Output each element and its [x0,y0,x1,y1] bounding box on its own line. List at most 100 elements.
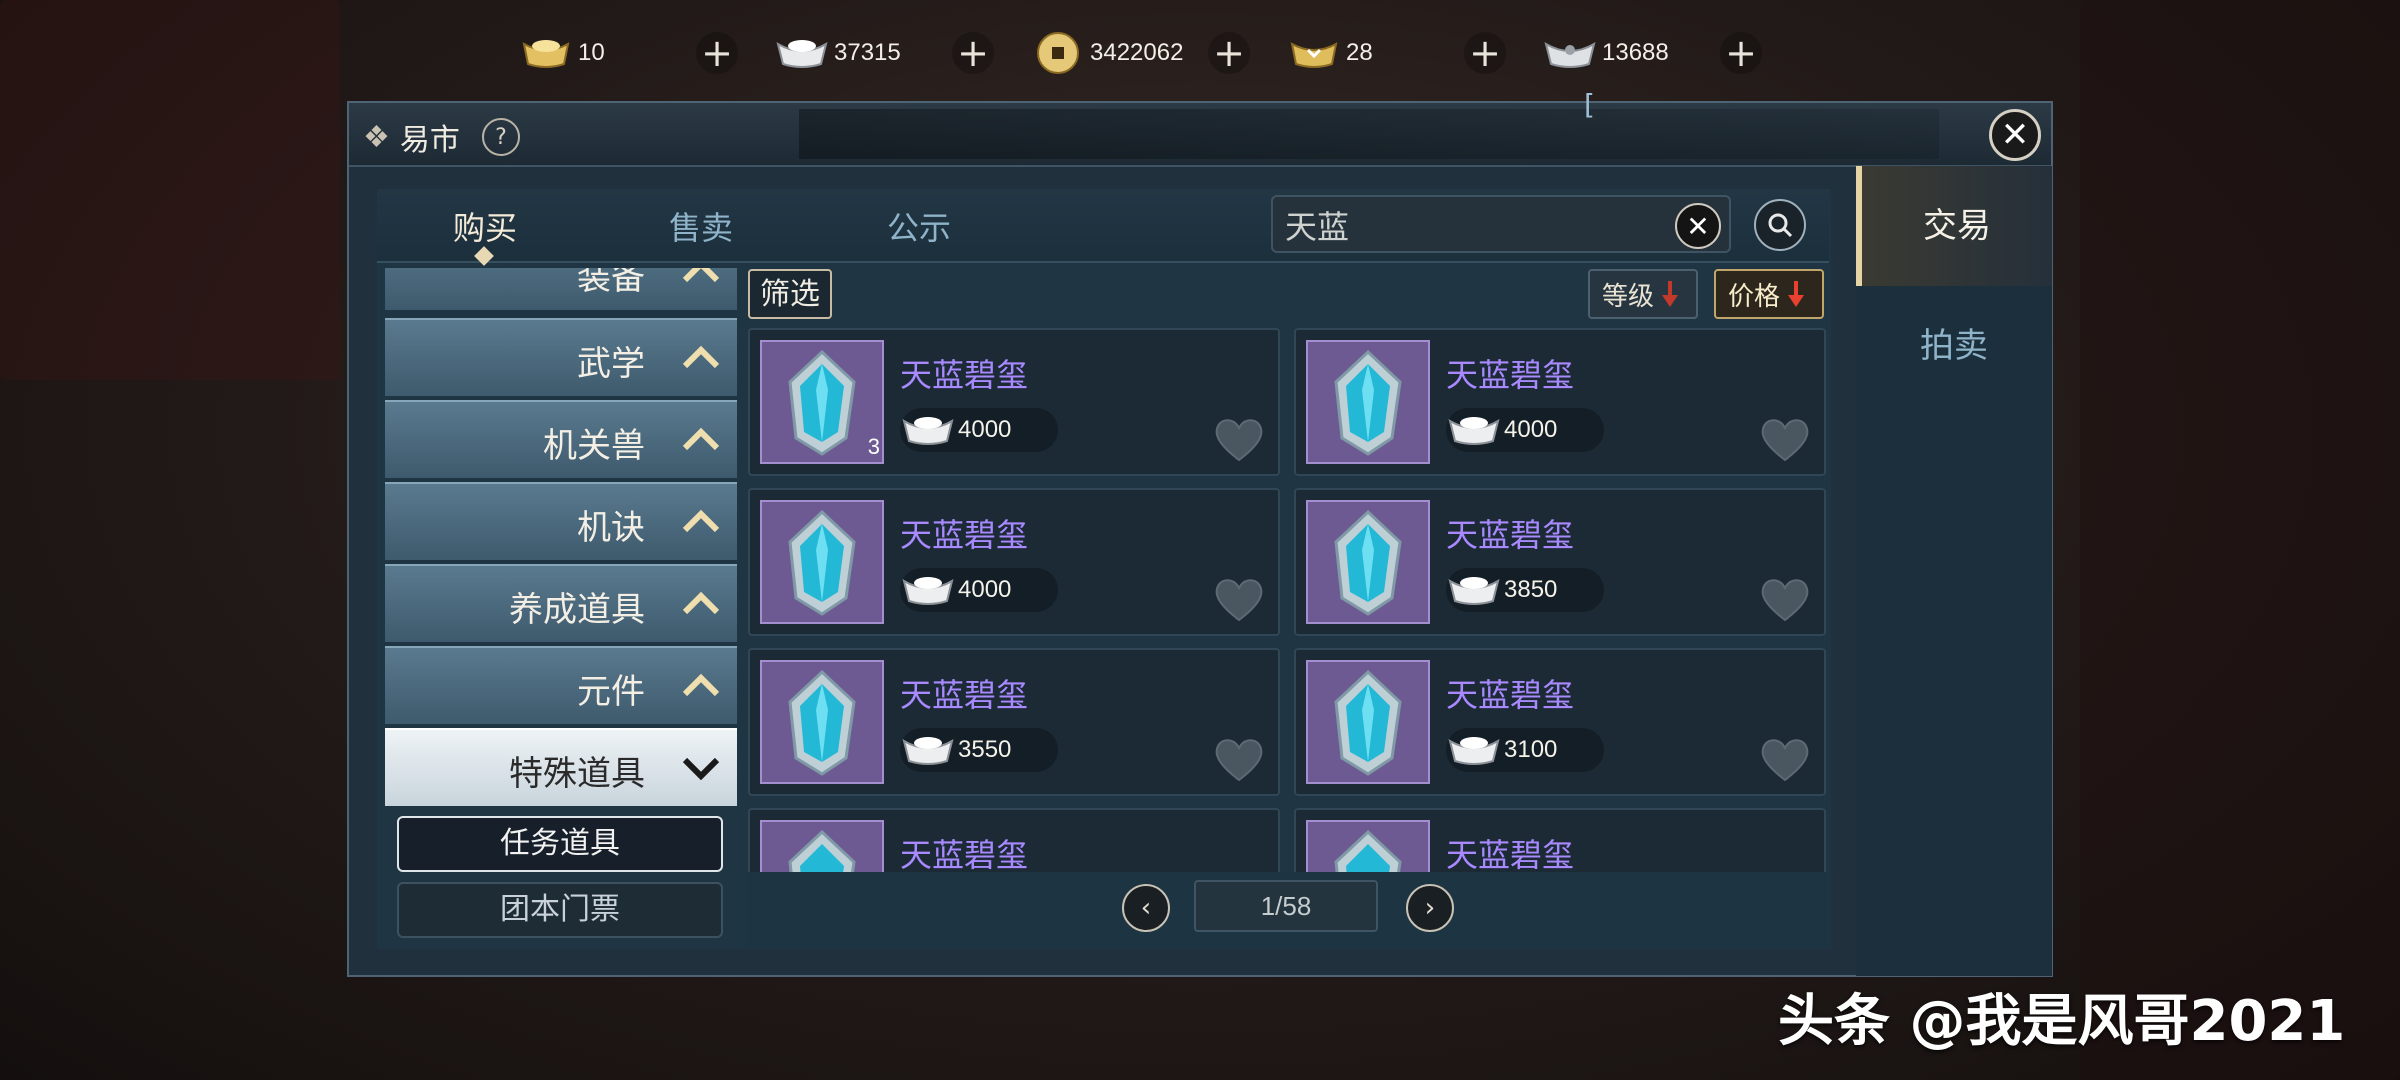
currency-silver-token: 13688 [1544,35,1720,71]
gem-icon [1334,829,1402,872]
title-bar: ❖ 易市 ? ✕ [349,103,2051,167]
favorite-heart-icon[interactable] [1758,734,1812,784]
search-button[interactable] [1754,199,1806,251]
clear-search-button[interactable]: ✕ [1675,203,1721,249]
add-currency-button[interactable]: + [1464,32,1506,74]
item-card[interactable]: 天蓝碧玺 3550 [748,648,1280,796]
chevron-up-icon [682,591,720,615]
chevron-up-icon [682,673,720,697]
watermark: 头条 @我是风哥2021 [1778,989,2346,1054]
favorite-heart-icon[interactable] [1758,414,1812,464]
sort-by-level-button[interactable]: 等级 [1588,269,1698,319]
add-currency-button[interactable]: + [696,32,738,74]
item-price-value: 3550 [958,736,1012,763]
item-price-value: 4000 [958,416,1012,443]
add-currency-button[interactable]: + [1208,32,1250,74]
add-currency-button[interactable]: + [1720,32,1762,74]
item-slot [760,500,884,624]
search-box: ✕ [1271,195,1731,253]
sort-by-price-button[interactable]: 价格 [1714,269,1824,319]
silver-token-icon [1544,35,1596,71]
currency-value: 28 [1346,39,1373,66]
item-card[interactable]: 天蓝碧玺 [748,808,1280,872]
close-button[interactable]: ✕ [1989,109,2041,161]
item-price: 3550 [900,728,1058,772]
item-card[interactable]: 天蓝碧玺 3850 [1294,488,1826,636]
item-name: 天蓝碧玺 [900,676,1029,714]
search-input[interactable] [1283,203,1667,247]
category-mechanical-beast[interactable]: 机关兽 [385,400,737,478]
item-slot: 3 [760,340,884,464]
category-label: 武学 [577,344,645,384]
category-cultivation-items[interactable]: 养成道具 [385,564,737,642]
help-button[interactable]: ? [481,118,520,156]
category-list: 装备 武学 机关兽 机诀 养成道具 元件 特殊道具 任务道具 团本门票 [385,268,739,942]
tab-sell[interactable]: 售卖 [669,203,733,249]
category-label: 元件 [577,672,645,712]
favorite-heart-icon[interactable] [1758,574,1812,624]
item-card[interactable]: 3 天蓝碧玺 4000 [748,328,1280,476]
background-glow [2080,0,2400,1080]
category-label: 机诀 [577,508,645,548]
close-icon: ✕ [1686,209,1710,243]
item-price: 4000 [900,568,1058,612]
add-currency-button[interactable]: + [952,32,994,74]
item-price-value: 4000 [958,576,1012,603]
gem-icon [1334,669,1402,776]
item-price: 4000 [900,408,1058,452]
category-label: 养成道具 [509,590,645,630]
arrow-down-icon [1788,281,1805,307]
item-card[interactable]: 天蓝碧玺 4000 [1294,328,1826,476]
tab-announce[interactable]: 公示 [887,203,951,249]
item-name: 天蓝碧玺 [1446,356,1575,394]
item-grid: 3 天蓝碧玺 4000 天蓝碧玺 4000 天蓝碧玺 4000 天蓝碧玺 385… [748,328,1828,872]
page-indicator: 1/58 [1194,880,1378,932]
category-martial[interactable]: 武学 [385,318,737,396]
item-price-value: 3100 [1504,736,1558,763]
silver-ingot-icon [1448,577,1500,605]
currency-value: 37315 [834,39,901,66]
category-label: 特殊道具 [509,754,645,794]
next-page-button[interactable]: › [1406,884,1454,932]
favorite-heart-icon[interactable] [1212,414,1266,464]
side-tab-trade[interactable]: 交易 [1856,166,2052,286]
item-card[interactable]: 天蓝碧玺 4000 [748,488,1280,636]
copper-coin-icon [1032,32,1084,74]
filter-button[interactable]: 筛选 [748,269,832,319]
search-icon [1768,213,1793,238]
item-card[interactable]: 天蓝碧玺 3100 [1294,648,1826,796]
category-components[interactable]: 元件 [385,646,737,724]
arrow-down-icon [1662,281,1679,307]
category-special-items[interactable]: 特殊道具 [385,728,737,806]
silver-ingot-icon [902,577,954,605]
currency-gold-token: 28 [1288,35,1464,71]
side-tab-auction[interactable]: 拍卖 [1856,286,2052,406]
chevron-up-icon [682,427,720,451]
tab-bar: 购买 售卖 公示 ✕ [377,189,1829,266]
item-price: 3100 [1446,728,1604,772]
subcategory-raid-tickets[interactable]: 团本门票 [397,882,723,938]
category-label: 装备 [577,268,645,298]
item-slot [1306,500,1430,624]
currency-gold-ingot: 10 [520,35,696,71]
tab-buy[interactable]: 购买 [453,203,517,249]
category-mechanism-formula[interactable]: 机诀 [385,482,737,560]
window-title-text: 易市 [399,123,460,158]
silver-ingot-icon [1448,417,1500,445]
favorite-heart-icon[interactable] [1212,574,1266,624]
silver-ingot-icon [902,737,954,765]
chevron-up-icon [682,268,720,283]
item-card[interactable]: 天蓝碧玺 [1294,808,1826,872]
item-slot [760,820,884,872]
silver-ingot-icon [1448,737,1500,765]
category-equipment[interactable]: 装备 [385,268,737,310]
item-price: 3850 [1446,568,1604,612]
sort-label: 价格 [1728,281,1781,312]
currency-copper-coin: 3422062 [1032,32,1208,74]
gem-icon [1334,509,1402,616]
prev-page-button[interactable]: ‹ [1122,884,1170,932]
currency-value: 3422062 [1090,39,1184,66]
gem-icon [1334,349,1402,456]
favorite-heart-icon[interactable] [1212,734,1266,784]
subcategory-quest-items[interactable]: 任务道具 [397,816,723,872]
